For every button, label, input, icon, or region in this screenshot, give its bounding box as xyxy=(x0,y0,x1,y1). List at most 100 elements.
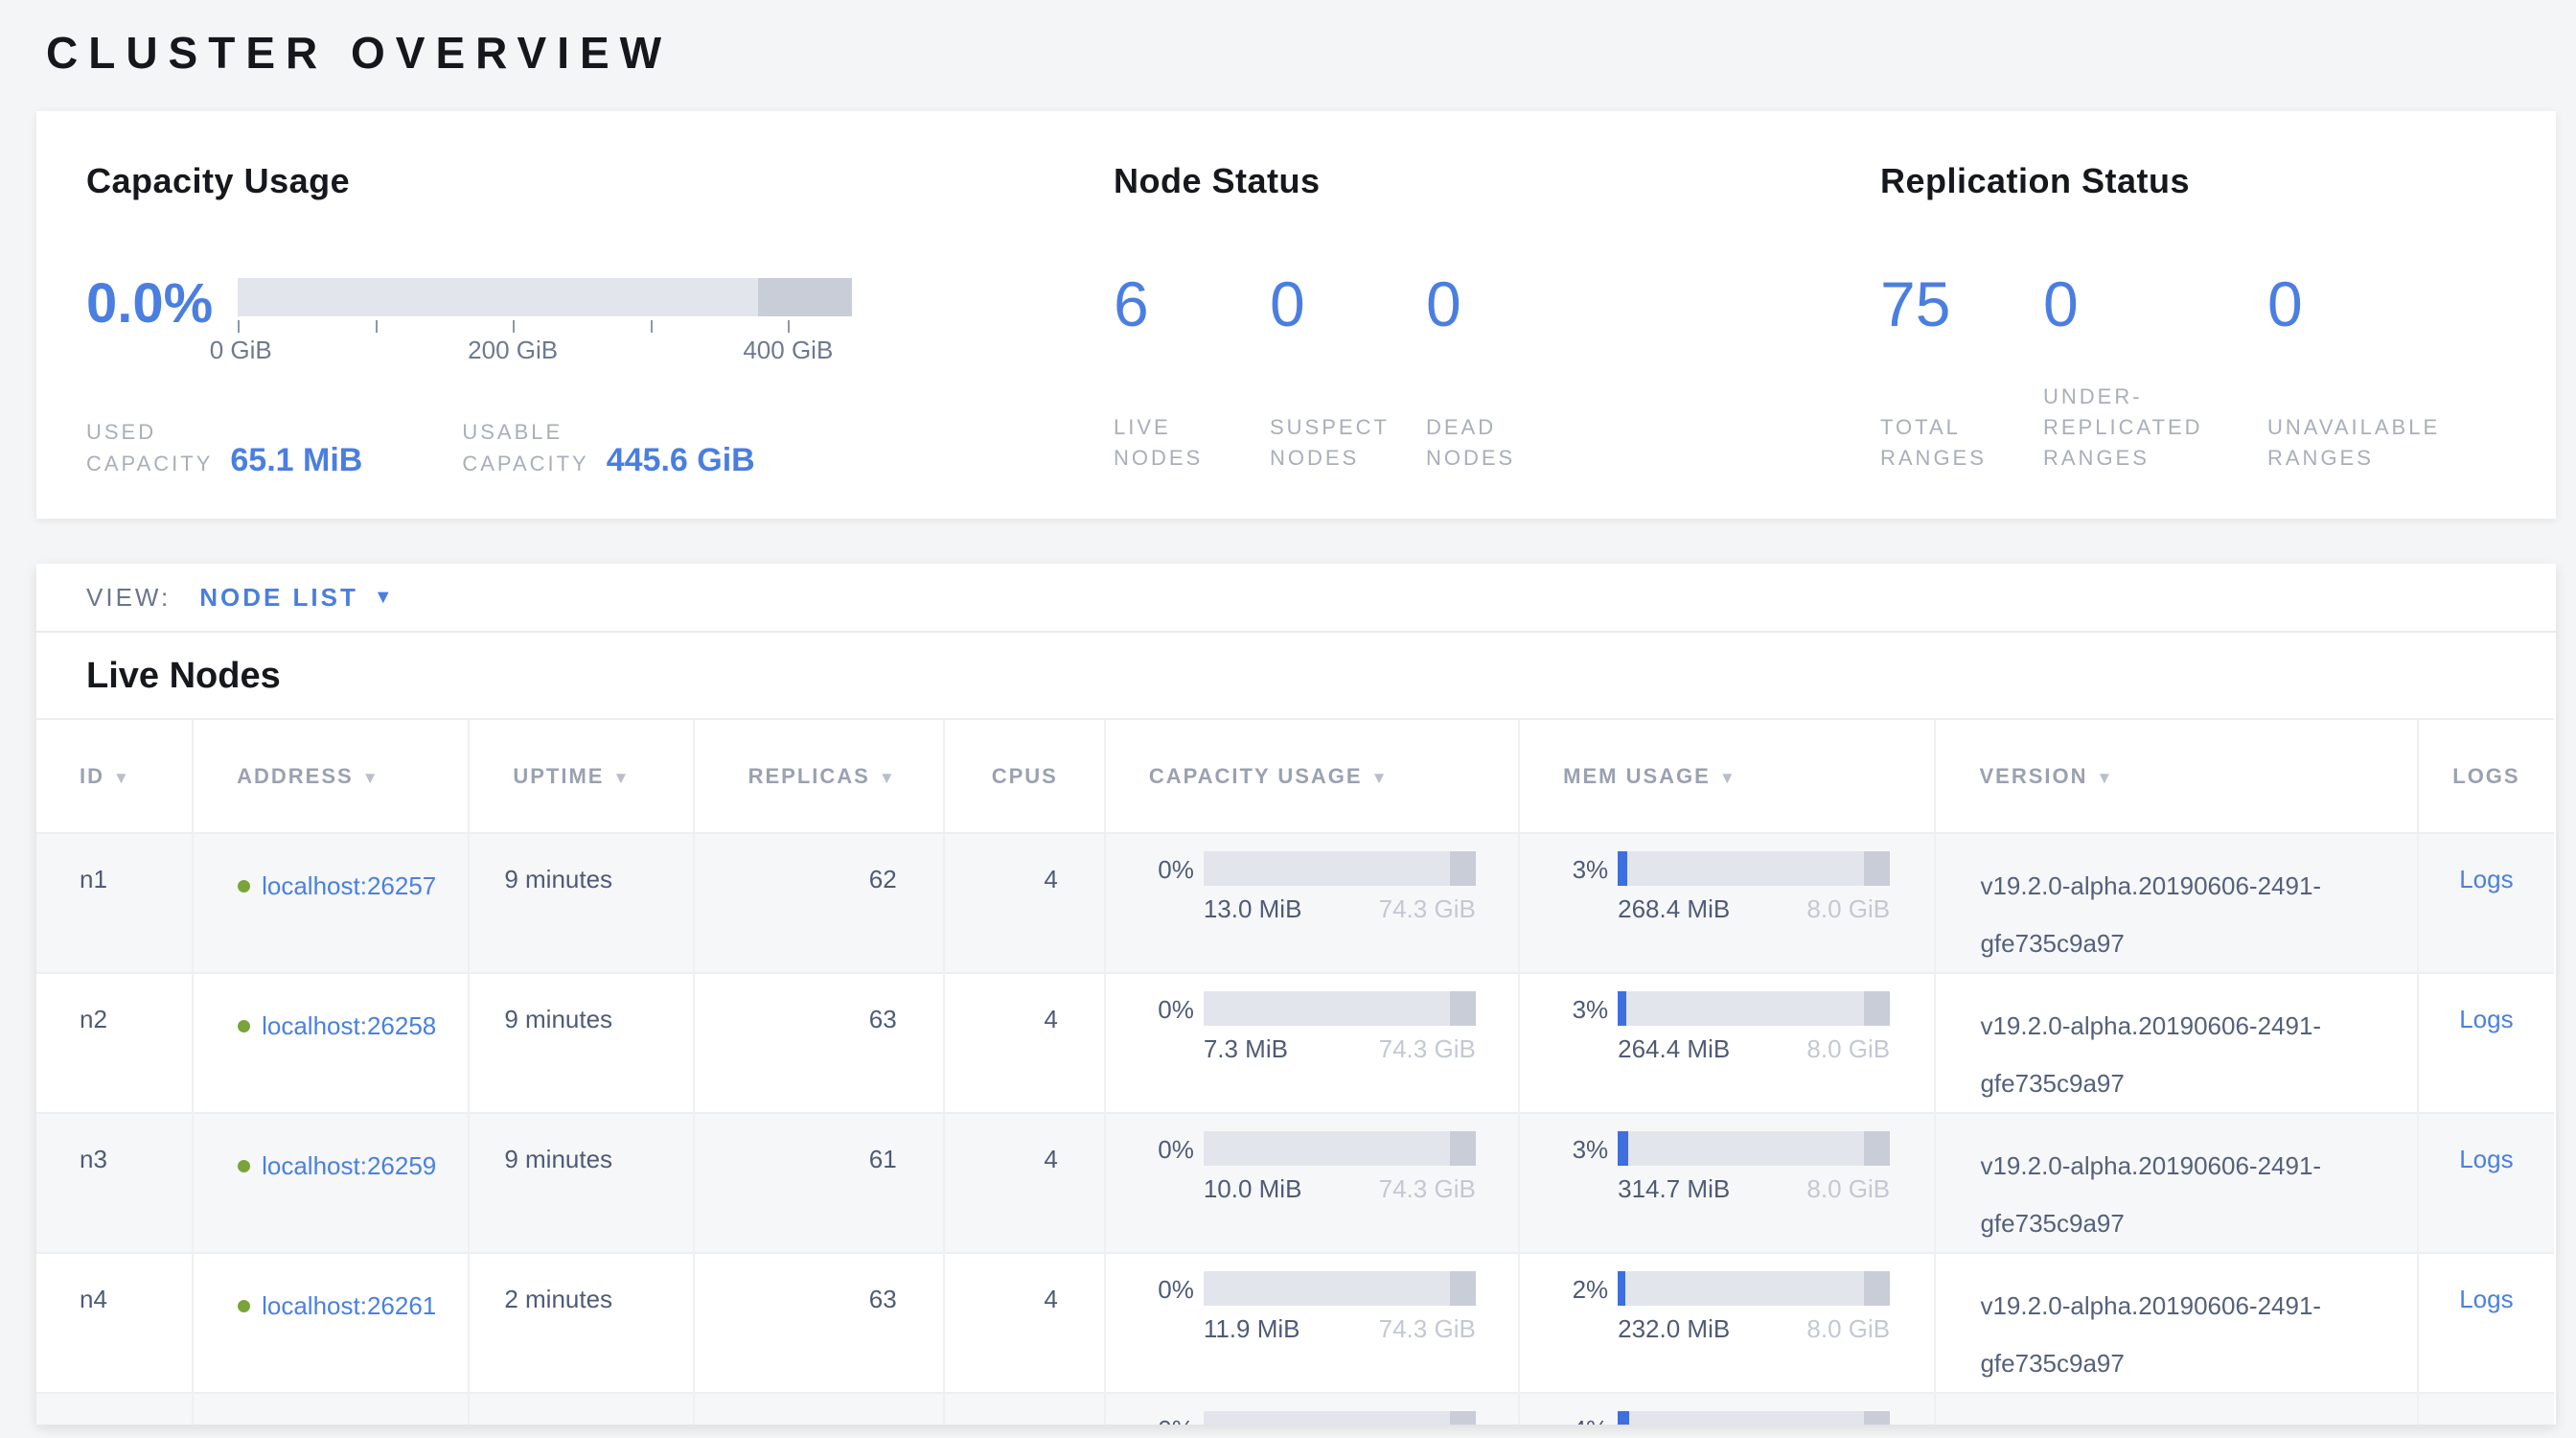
live-nodes-count: 6 xyxy=(1114,272,1270,339)
sort-arrow-icon: ▼ xyxy=(362,769,380,787)
dead-nodes-label: DEAD NODES xyxy=(1426,412,1515,474)
replication-status-section: Replication Status 75 TOTAL RANGES 0 UND… xyxy=(1880,111,2556,519)
live-nodes-heading: Live Nodes xyxy=(86,656,2556,697)
node-logs-cell: Logs xyxy=(2418,973,2554,1113)
sort-arrow-icon: ▼ xyxy=(1371,769,1390,787)
node-address-cell: localhost:26257 xyxy=(193,833,469,973)
view-selected-value[interactable]: NODE LIST xyxy=(199,583,358,613)
unavailable-ranges-label: UNAVAILABLE RANGES xyxy=(2267,412,2440,474)
table-row: n4 localhost:26261 2 minutes 63 4 0% 11.… xyxy=(36,1253,2554,1393)
node-replicas-cell: 63 xyxy=(694,1253,944,1393)
usable-capacity-stat: USABLE CAPACITY 445.6 GiB xyxy=(462,416,754,479)
node-mem-usage-cell: 3% 314.7 MiB 8.0 GiB xyxy=(1519,1113,1935,1253)
suspect-nodes-stat: 0 SUSPECT NODES xyxy=(1270,272,1426,474)
col-header-mem-usage[interactable]: MEM USAGE▼ xyxy=(1519,719,1935,833)
node-capacity-usage-cell: 0% 7.3 MiB 74.3 GiB xyxy=(1105,973,1519,1113)
node-uptime-cell: 9 minutes xyxy=(469,1393,693,1425)
node-logs-cell: Logs xyxy=(2418,1393,2554,1425)
under-replicated-ranges-label: UNDER- REPLICATED RANGES xyxy=(2043,382,2203,474)
node-cpus-cell: 4 xyxy=(944,973,1105,1113)
capacity-meter-bar xyxy=(1204,991,1476,1026)
sort-arrow-icon: ▼ xyxy=(879,769,897,787)
total-ranges-stat: 75 TOTAL RANGES xyxy=(1880,272,2043,474)
node-logs-cell: Logs xyxy=(2418,1113,2554,1253)
node-mem-usage-cell: 3% 264.4 MiB 8.0 GiB xyxy=(1519,973,1935,1113)
used-capacity-label: USED CAPACITY xyxy=(86,416,213,479)
capacity-meter-bar xyxy=(1204,851,1476,886)
sort-arrow-icon: ▼ xyxy=(612,769,631,787)
replication-status-heading: Replication Status xyxy=(1880,161,2556,201)
col-header-version[interactable]: VERSION▼ xyxy=(1935,719,2417,833)
mem-meter-bar xyxy=(1618,1131,1890,1166)
table-row: n5 localhost:26262 9 minutes 63 4 0% 12.… xyxy=(36,1393,2554,1425)
table-header-row: ID▼ ADDRESS▼ UPTIME▼ REPLICAS▼ CPUS CAPA… xyxy=(36,719,2554,833)
axis-label-0gib: 0 GiB xyxy=(210,336,272,365)
node-capacity-usage-cell: 0% 13.0 MiB 74.3 GiB xyxy=(1105,833,1519,973)
node-id-cell: n2 xyxy=(36,973,193,1113)
axis-label-200gib: 200 GiB xyxy=(468,336,558,365)
view-bar: VIEW: NODE LIST ▼ xyxy=(36,564,2556,633)
cluster-overview-page: CLUSTER OVERVIEW Capacity Usage 0.0% 0 G… xyxy=(0,0,2576,1425)
chevron-down-icon[interactable]: ▼ xyxy=(374,587,393,609)
sort-arrow-icon: ▼ xyxy=(2097,769,2115,787)
live-nodes-label: LIVE NODES xyxy=(1114,412,1203,474)
capacity-usage-chart: 0.0% 0 GiB 200 GiB 400 GiB xyxy=(86,276,1114,364)
node-address-cell: localhost:26259 xyxy=(193,1113,469,1253)
cluster-summary-card: Capacity Usage 0.0% 0 GiB 200 GiB 400 Gi… xyxy=(36,111,2556,519)
node-status-heading: Node Status xyxy=(1114,161,1880,201)
node-live-dot-icon xyxy=(238,1160,250,1172)
node-mem-usage-cell: 2% 232.0 MiB 8.0 GiB xyxy=(1519,1253,1935,1393)
node-version-cell: v19.2.0-alpha.20190606-2491-gfe735c9a97 xyxy=(1935,973,2417,1113)
node-version-cell: v19.2.0-alpha.20190606-2491-gfe735c9a97 xyxy=(1935,1113,2417,1253)
view-selector-dropdown[interactable]: NODE LIST ▼ xyxy=(199,583,392,613)
node-live-dot-icon xyxy=(238,1020,250,1032)
mem-meter-bar xyxy=(1618,1271,1890,1306)
logs-link[interactable]: Logs xyxy=(2459,1145,2513,1173)
node-id-cell: n5 xyxy=(36,1393,193,1425)
node-cpus-cell: 4 xyxy=(944,833,1105,973)
capacity-usage-section: Capacity Usage 0.0% 0 GiB 200 GiB 400 Gi… xyxy=(36,111,1114,519)
col-header-replicas[interactable]: REPLICAS▼ xyxy=(694,719,944,833)
node-address-link[interactable]: localhost:26258 xyxy=(262,997,436,1055)
node-version-cell: v19.2.0-alpha.20190606-2491-gfe735c9a97 xyxy=(1935,1393,2417,1425)
capacity-percent: 0.0% xyxy=(86,276,215,364)
capacity-axis-ticks xyxy=(238,316,852,334)
node-id-cell: n1 xyxy=(36,833,193,973)
table-row: n3 localhost:26259 9 minutes 61 4 0% 10.… xyxy=(36,1113,2554,1253)
capacity-bar: 0 GiB 200 GiB 400 GiB xyxy=(238,278,852,364)
logs-link[interactable]: Logs xyxy=(2459,865,2513,893)
dead-nodes-count: 0 xyxy=(1426,272,1582,339)
node-address-link[interactable]: localhost:26259 xyxy=(262,1137,436,1194)
node-mem-usage-cell: 3% 268.4 MiB 8.0 GiB xyxy=(1519,833,1935,973)
sort-arrow-icon: ▼ xyxy=(113,769,131,787)
node-id-cell: n4 xyxy=(36,1253,193,1393)
col-header-cpus[interactable]: CPUS xyxy=(944,719,1105,833)
node-capacity-usage-cell: 0% 11.9 MiB 74.3 GiB xyxy=(1105,1253,1519,1393)
logs-link[interactable]: Logs xyxy=(2459,1005,2513,1033)
col-header-address[interactable]: ADDRESS▼ xyxy=(193,719,469,833)
node-replicas-cell: 63 xyxy=(694,1393,944,1425)
node-address-link[interactable]: localhost:26262 xyxy=(262,1417,436,1425)
node-replicas-cell: 62 xyxy=(694,833,944,973)
col-header-id[interactable]: ID▼ xyxy=(36,719,193,833)
col-header-capacity-usage[interactable]: CAPACITY USAGE▼ xyxy=(1105,719,1519,833)
axis-label-400gib: 400 GiB xyxy=(743,336,833,365)
logs-link[interactable]: Logs xyxy=(2459,1285,2513,1313)
node-list-card: VIEW: NODE LIST ▼ Live Nodes ID▼ ADDRESS… xyxy=(36,564,2556,1425)
table-row: n2 localhost:26258 9 minutes 63 4 0% 7.3… xyxy=(36,973,2554,1113)
node-live-dot-icon xyxy=(238,1300,250,1312)
node-address-link[interactable]: localhost:26257 xyxy=(262,857,436,915)
node-id-cell: n3 xyxy=(36,1113,193,1253)
node-cpus-cell: 4 xyxy=(944,1253,1105,1393)
node-cpus-cell: 4 xyxy=(944,1393,1105,1425)
dead-nodes-stat: 0 DEAD NODES xyxy=(1426,272,1582,474)
total-ranges-label: TOTAL RANGES xyxy=(1880,412,1987,474)
unavailable-ranges-count: 0 xyxy=(2267,272,2440,339)
node-address-link[interactable]: localhost:26261 xyxy=(262,1277,436,1334)
col-header-uptime[interactable]: UPTIME▼ xyxy=(469,719,693,833)
page-title: CLUSTER OVERVIEW xyxy=(46,31,2556,75)
suspect-nodes-label: SUSPECT NODES xyxy=(1270,412,1390,474)
unavailable-ranges-stat: 0 UNAVAILABLE RANGES xyxy=(2267,272,2440,474)
node-address-cell: localhost:26262 xyxy=(193,1393,469,1425)
col-header-logs: LOGS xyxy=(2418,719,2554,833)
